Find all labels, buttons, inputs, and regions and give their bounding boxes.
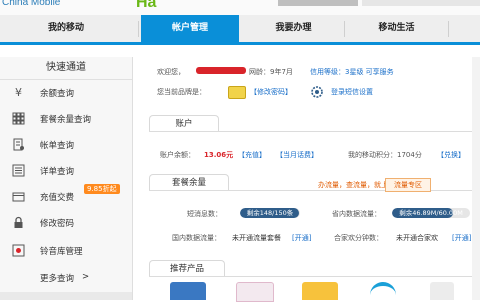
sms-progress-text: 剩余148/150条 [246,209,294,217]
section-divider [149,276,472,277]
sidebar-footer [0,292,132,300]
chevron-right-icon: > [82,272,90,282]
sidebar-item-label: 修改密码 [40,219,75,229]
card-icon [12,190,25,203]
national-data-value: 未开通流量套餐 [232,234,281,242]
sidebar-item-label: 套餐余量查询 [40,115,92,125]
nav-tab-account[interactable]: 帐户管理 [141,15,239,42]
nav-separator [448,21,449,37]
family-open-link[interactable]: [开通] [452,233,471,243]
logo-mark: Ha [136,0,157,11]
data-progress-bar: 剩余46.89M/60.00M [392,208,470,218]
product-ring-icon[interactable] [370,282,396,304]
credit-level-link[interactable]: 信用等级：3星级 可享服务 [310,67,394,77]
sidebar-item-label: 余额查询 [40,89,75,99]
points-label: 我的移动积分：1704分 [348,151,422,159]
sidebar-item-label: 详单查询 [40,167,75,177]
sms-label: 短消息数： [187,210,222,218]
sidebar-item-bill[interactable]: 帐单查询 [0,132,132,158]
family-value: 未开通合家欢 [396,234,438,242]
tab-recommend[interactable]: 推荐产品 [149,260,225,277]
net-age: 网龄：9年7月 [249,68,293,76]
tab-account[interactable]: 账户 [149,115,219,132]
sidebar-item-label: 帐单查询 [40,141,75,151]
section-divider [149,131,472,132]
redeem-link[interactable]: 【兑换】 [437,150,465,160]
traffic-zone-button[interactable]: 流量专区 [385,178,431,192]
yen-icon: ¥ [15,86,22,99]
bill-icon [12,138,25,151]
sidebar-item-password[interactable]: 修改密码 [0,210,132,236]
redacted-phone [196,67,246,74]
national-open-link[interactable]: [开通] [292,233,311,243]
sidebar-item-balance[interactable]: ¥ 余额查询 [0,80,132,106]
greeting: 欢迎您， [157,68,185,76]
recharge-link[interactable]: 【充值】 [238,150,266,160]
brand-label: 您当前品牌是： [157,88,206,96]
sidebar-item-package[interactable]: 套餐余量查询 [0,106,132,132]
header-strip-light [362,0,480,6]
gear-icon [311,86,323,98]
nav-tab-my-mobile[interactable]: 我的移动 [0,15,132,42]
nav-separator [138,21,139,37]
sidebar-item-detail[interactable]: 详单查询 [0,158,132,184]
tab-package[interactable]: 套餐余量 [149,174,229,191]
brand-card-icon [228,86,246,99]
sidebar-item-label: 充值交费 [40,193,75,203]
nav-tab-handle[interactable]: 我要办理 [243,15,344,42]
product-card-icon[interactable] [236,282,274,302]
sidebar-title: 快速通道 [0,57,132,80]
data-progress-text: 剩余46.89M/60.00M [399,209,463,217]
header-strip-dark [278,0,358,6]
logo-text: China Mobile [2,0,61,8]
bell-icon [12,244,25,257]
data-label: 省内数据流量： [332,210,381,218]
sidebar-item-label: 铃音库管理 [40,247,83,257]
balance-value: 13.06元 [204,151,234,159]
product-gift-icon[interactable] [302,282,338,300]
family-label: 合家欢分钟数： [334,234,383,242]
sms-progress-bar: 剩余148/150条 [240,208,300,218]
promo-badge: 9.85折起 [84,184,120,194]
national-data-label: 国内数据流量： [172,234,221,242]
month-bill-link[interactable]: 【当月话费】 [276,150,318,160]
more-query-link[interactable]: 更多查询 [40,272,74,284]
lock-icon [12,216,25,229]
sidebar-item-ringtone[interactable]: 铃音库管理 [0,238,132,264]
grid-icon [12,112,25,125]
right-scroll-edge [472,57,480,300]
sms-setting-link[interactable]: 登录短信设置 [331,87,373,97]
product-more-icon[interactable] [430,282,454,300]
balance-label: 账户余额： [160,151,195,159]
list-icon [12,164,25,177]
nav-tab-life[interactable]: 移动生活 [345,15,448,42]
change-password-link[interactable]: 【修改密码】 [250,87,292,97]
traffic-promo-text: 办流量，查流量，就上 [318,181,388,189]
product-chart-icon[interactable] [170,282,206,300]
